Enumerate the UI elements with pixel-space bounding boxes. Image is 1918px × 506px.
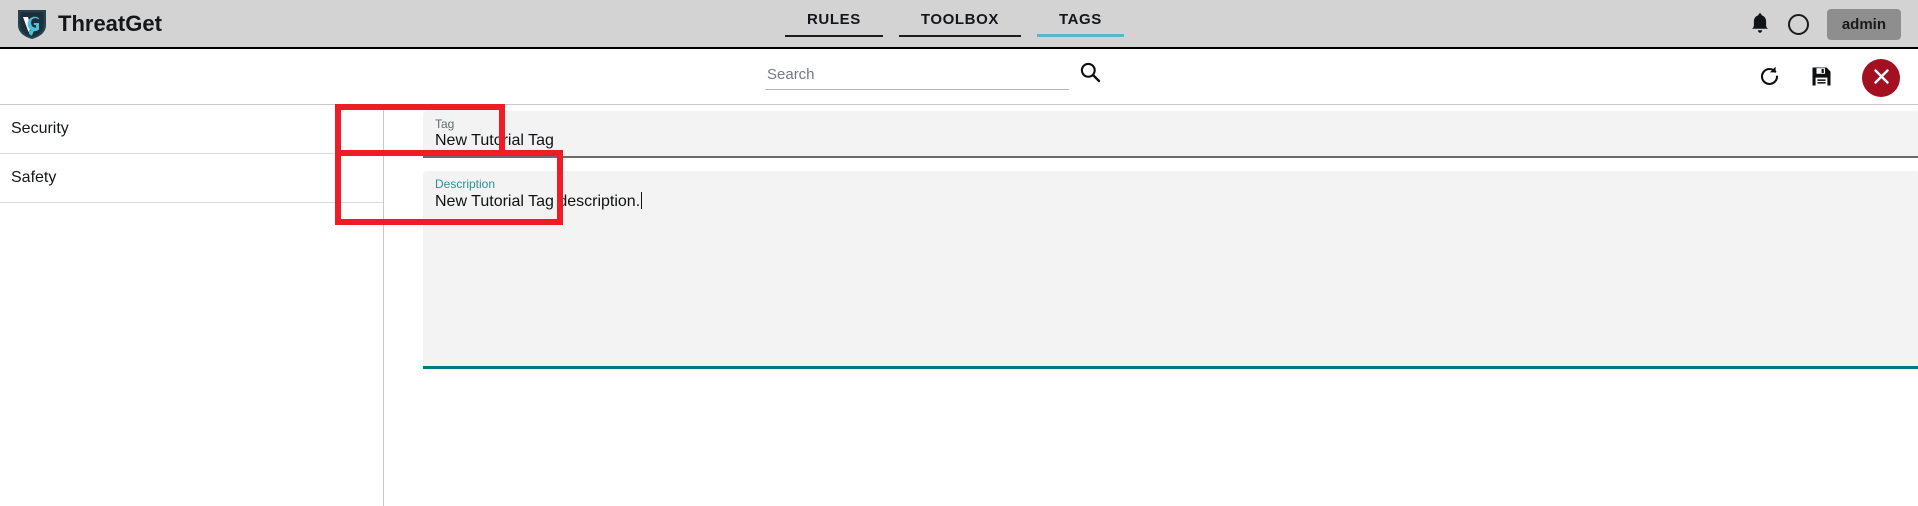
tag-description-field[interactable]: Description New Tutorial Tag description… xyxy=(423,171,1918,369)
close-panel-button[interactable] xyxy=(1862,59,1900,97)
tag-description-label: Description xyxy=(435,177,496,191)
brand: ThreatGet xyxy=(17,8,162,40)
sidebar-item-label: Security xyxy=(11,120,69,137)
top-app-bar: ThreatGet RULES TOOLBOX TAGS admin xyxy=(0,0,1918,49)
tab-tags-label: TAGS xyxy=(1058,11,1102,28)
tab-tags[interactable]: TAGS xyxy=(1036,11,1124,37)
text-caret xyxy=(641,192,643,209)
reload-icon xyxy=(1758,65,1781,91)
search-input[interactable] xyxy=(765,64,1069,90)
brand-title: ThreatGet xyxy=(58,10,162,36)
close-x-icon xyxy=(1872,67,1891,89)
sidebar-item-security[interactable]: Security xyxy=(0,105,383,154)
magnifier-icon[interactable] xyxy=(1079,61,1101,90)
tag-category-sidebar: Security Safety xyxy=(0,105,384,506)
search-toolbar xyxy=(0,51,1918,105)
search-area xyxy=(765,61,1101,90)
toolbar-actions xyxy=(1758,51,1900,105)
shield-logo-icon xyxy=(17,8,47,40)
tab-toolbox[interactable]: TOOLBOX xyxy=(898,11,1022,37)
tag-description-value: New Tutorial Tag description. xyxy=(435,193,641,210)
tag-name-label: Tag xyxy=(435,117,455,131)
bell-icon xyxy=(1750,12,1770,37)
app-bar-actions: admin xyxy=(1750,0,1901,49)
tag-description-value-wrap: New Tutorial Tag description. xyxy=(435,192,643,211)
save-button[interactable] xyxy=(1811,66,1832,90)
tab-toolbox-label: TOOLBOX xyxy=(920,11,999,28)
refresh-button[interactable] xyxy=(1758,65,1781,91)
sidebar-item-safety[interactable]: Safety xyxy=(0,154,383,203)
admin-menu-button[interactable]: admin xyxy=(1826,9,1901,40)
tab-rules-label: RULES xyxy=(807,11,861,28)
tag-editor-content: Tag New Tutorial Tag Description New Tut… xyxy=(385,105,1918,506)
circle-avatar-icon xyxy=(1787,14,1809,35)
floppy-disk-save-icon xyxy=(1811,66,1832,90)
main-body: Security Safety Tag New Tutorial Tag Des… xyxy=(0,105,1918,506)
tag-name-value: New Tutorial Tag xyxy=(435,132,554,149)
tab-rules[interactable]: RULES xyxy=(785,11,883,37)
user-avatar-button[interactable] xyxy=(1787,14,1809,35)
sidebar-item-label: Safety xyxy=(11,169,57,186)
notifications-button[interactable] xyxy=(1750,12,1770,37)
main-nav-tabs: RULES TOOLBOX TAGS xyxy=(777,11,1132,37)
tag-name-field[interactable]: Tag New Tutorial Tag xyxy=(423,111,1918,158)
